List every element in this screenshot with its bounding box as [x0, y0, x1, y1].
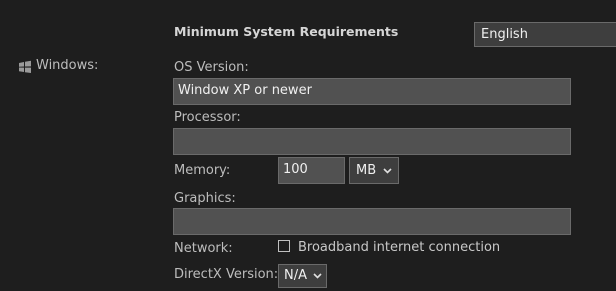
processor-input[interactable]	[173, 128, 571, 155]
language-select[interactable]: English	[474, 22, 616, 47]
directx-select[interactable]: N/A	[278, 264, 327, 288]
platform-label-row: Windows:	[18, 58, 98, 73]
broadband-checkbox-label[interactable]: Broadband internet connection	[298, 240, 500, 255]
chevron-down-icon	[313, 273, 322, 279]
processor-label: Processor:	[174, 110, 241, 125]
network-label: Network:	[174, 241, 233, 256]
os-version-input[interactable]: Window XP or newer	[173, 78, 571, 105]
graphics-input[interactable]	[173, 208, 571, 235]
section-title: Minimum System Requirements	[174, 24, 399, 39]
directx-value: N/A	[284, 268, 307, 283]
chevron-down-icon	[383, 167, 392, 174]
directx-label: DirectX Version:	[174, 267, 279, 282]
memory-input[interactable]: 100	[278, 157, 345, 184]
windows-icon	[18, 59, 32, 73]
memory-label: Memory:	[174, 163, 231, 178]
memory-unit-value: MB	[356, 163, 377, 178]
language-select-value: English	[481, 27, 528, 42]
broadband-checkbox[interactable]	[278, 240, 290, 252]
memory-unit-select[interactable]: MB	[349, 157, 399, 184]
platform-label: Windows:	[36, 58, 99, 73]
graphics-label: Graphics:	[174, 191, 236, 206]
os-version-label: OS Version:	[174, 60, 249, 75]
